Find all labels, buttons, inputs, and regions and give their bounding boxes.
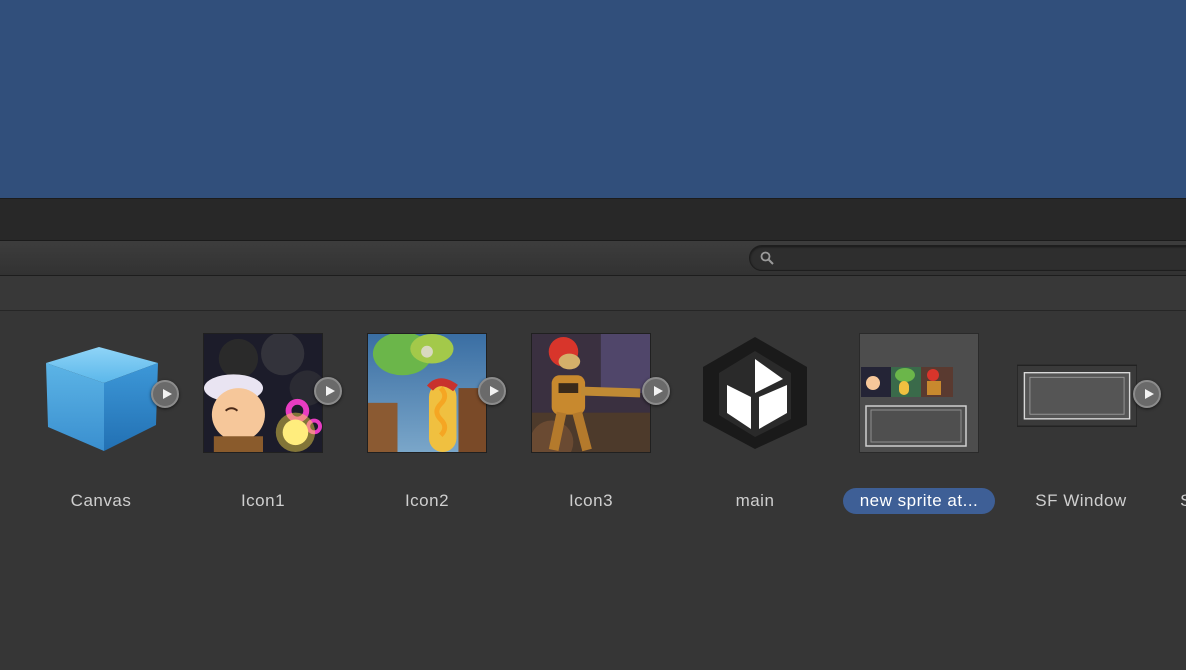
sprite-thumbnail [531, 333, 651, 453]
search-field[interactable] [749, 245, 1186, 271]
search-icon [760, 251, 774, 265]
breadcrumb-bar [0, 276, 1186, 311]
prefab-cube-icon [46, 347, 158, 451]
expand-arrow-icon[interactable] [642, 377, 670, 405]
expand-arrow-icon[interactable] [151, 380, 179, 408]
asset-label: main [735, 491, 775, 510]
sprite-thumbnail [367, 333, 487, 453]
project-toolbar [0, 240, 1186, 276]
sprite-atlas-thumbnail [859, 333, 979, 453]
sprite-window-thumbnail [1017, 364, 1137, 427]
expand-arrow-icon[interactable] [478, 377, 506, 405]
asset-label: Icon1 [240, 491, 286, 510]
asset-label: Icon2 [404, 491, 450, 510]
expand-arrow-icon[interactable] [314, 377, 342, 405]
tab-strip [0, 198, 1186, 240]
asset-label: Canvas [70, 491, 132, 510]
asset-label: S [1180, 488, 1186, 514]
search-input[interactable] [782, 248, 1186, 270]
unity-scene-icon [703, 337, 807, 449]
asset-label: Icon3 [568, 491, 614, 510]
asset-grid: Canvas Icon1 Icon2 Icon3 main new sprite… [0, 311, 1186, 670]
asset-label: SF Window [1035, 491, 1127, 510]
asset-label: new sprite at... [843, 488, 995, 514]
scene-view[interactable] [0, 0, 1186, 198]
expand-arrow-icon[interactable] [1133, 380, 1161, 408]
sprite-thumbnail [203, 333, 323, 453]
